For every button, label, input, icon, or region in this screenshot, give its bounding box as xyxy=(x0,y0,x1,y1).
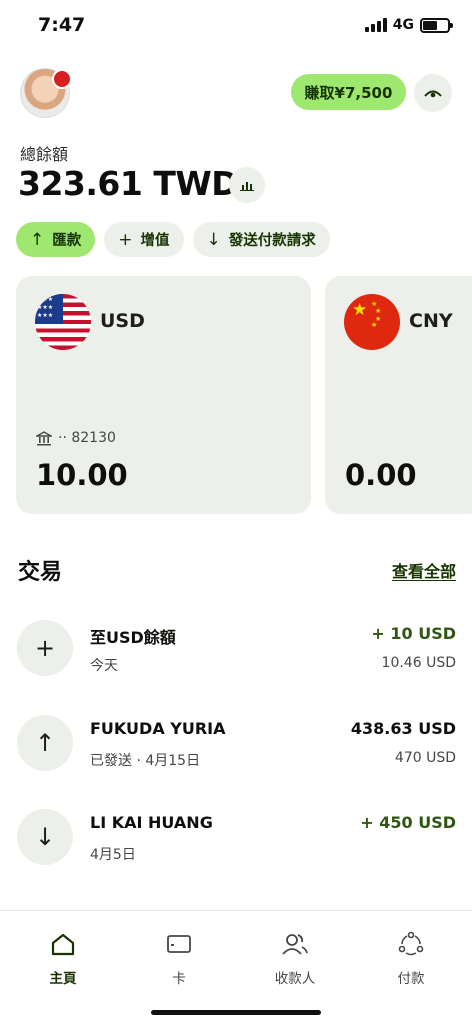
see-all-link[interactable]: 查看全部 xyxy=(392,558,456,582)
transaction-amount: + 10 USD xyxy=(371,624,456,643)
transaction-subtitle: 4月5日 xyxy=(90,847,136,863)
notification-badge xyxy=(52,69,72,89)
nav-label: 卡 xyxy=(172,971,186,987)
home-indicator xyxy=(151,1010,321,1015)
home-icon xyxy=(51,933,75,956)
us-flag-icon xyxy=(35,294,91,350)
payments-icon xyxy=(398,931,424,956)
account-currency: USD xyxy=(100,310,145,332)
transaction-subtitle: 已發送 · 4月15日 xyxy=(90,753,201,769)
arrow-down-icon: ↓ xyxy=(17,809,73,865)
arrow-down-icon: ↓ xyxy=(206,229,221,250)
card-icon xyxy=(167,935,191,953)
bank-icon xyxy=(36,430,52,445)
send-label: 匯款 xyxy=(52,233,82,249)
nav-label: 主頁 xyxy=(49,971,77,987)
send-button[interactable]: ↑ 匯款 xyxy=(16,222,96,257)
transaction-row[interactable]: ↑ FUKUDA YURIA 已發送 · 4月15日 438.63 USD 47… xyxy=(0,715,472,785)
avatar[interactable] xyxy=(20,68,72,118)
request-payment-label: 發送付款請求 xyxy=(228,233,316,249)
arrow-up-icon: ↑ xyxy=(30,229,45,250)
bank-details: ·· 82130 xyxy=(36,430,116,446)
transaction-amount-secondary: 10.46 USD xyxy=(381,655,456,671)
transaction-name: FUKUDA YURIA xyxy=(90,719,226,738)
add-money-label: 增值 xyxy=(140,233,170,249)
account-card-cny[interactable]: ★ ★ ★ ★ ★ CNY 0.00 xyxy=(325,276,472,514)
battery-icon xyxy=(420,17,453,33)
nav-home[interactable]: 主頁 xyxy=(18,929,108,987)
arrow-up-icon: ↑ xyxy=(17,715,73,771)
status-indicators: 4G xyxy=(364,17,453,33)
quick-actions: ↑ 匯款 + 增值 ↓ 發送付款請求 xyxy=(16,222,330,257)
nav-label: 收款人 xyxy=(274,971,316,987)
account-currency: CNY xyxy=(409,310,453,332)
eye-icon xyxy=(424,90,442,98)
plus-icon: + xyxy=(17,620,73,676)
transaction-row[interactable]: + 至USD餘額 今天 + 10 USD 10.46 USD xyxy=(0,620,472,690)
nav-payments[interactable]: 付款 xyxy=(366,929,456,987)
status-time: 7:47 xyxy=(38,14,86,36)
account-card-usd[interactable]: USD ·· 82130 10.00 xyxy=(16,276,311,514)
nav-label: 付款 xyxy=(397,971,425,987)
signal-icon xyxy=(364,18,387,32)
account-number: ·· 82130 xyxy=(58,430,116,446)
transaction-amount-secondary: 470 USD xyxy=(394,750,456,766)
transaction-name: 至USD餘額 xyxy=(90,628,176,647)
request-payment-button[interactable]: ↓ 發送付款請求 xyxy=(192,222,330,257)
transaction-name: LI KAI HUANG xyxy=(90,813,213,832)
transaction-row[interactable]: ↓ LI KAI HUANG 4月5日 + 450 USD xyxy=(0,809,472,879)
account-balance: 0.00 xyxy=(345,458,417,492)
plus-icon: + xyxy=(118,229,133,250)
nav-card[interactable]: 卡 xyxy=(134,929,224,987)
transaction-amount: + 450 USD xyxy=(360,813,456,832)
balance-amount: 323.61 TWD xyxy=(18,164,239,203)
nav-recipients[interactable]: 收款人 xyxy=(250,929,340,987)
account-balance: 10.00 xyxy=(36,458,128,492)
status-bar: 7:47 4G xyxy=(0,0,472,54)
bottom-nav: 主頁 卡 收款人 付款 xyxy=(0,910,472,1024)
toggle-visibility-button[interactable] xyxy=(414,74,452,112)
transaction-amount: 438.63 USD xyxy=(350,719,456,738)
earn-rewards-button[interactable]: 賺取¥7,500 xyxy=(291,74,406,110)
china-flag-icon: ★ ★ ★ ★ ★ xyxy=(344,294,400,350)
insights-button[interactable] xyxy=(229,167,265,203)
transaction-subtitle: 今天 xyxy=(90,658,118,674)
network-type: 4G xyxy=(392,17,414,33)
bar-chart-icon xyxy=(240,182,254,191)
transactions-title: 交易 xyxy=(18,560,63,585)
add-money-button[interactable]: + 增值 xyxy=(104,222,184,257)
recipients-icon xyxy=(282,934,308,955)
balance-label: 總餘額 xyxy=(20,145,69,164)
